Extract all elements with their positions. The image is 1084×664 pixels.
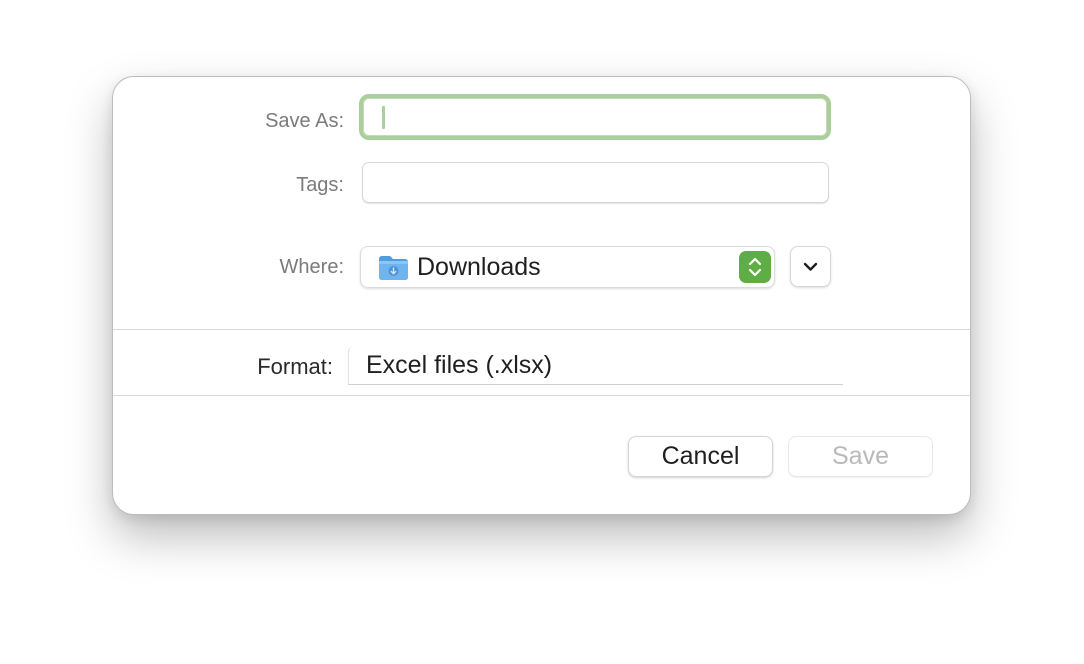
downloads-folder-icon	[379, 256, 408, 280]
format-label: Format:	[257, 354, 333, 379]
where-location-value: Downloads	[417, 253, 541, 281]
format-popup[interactable]: Excel files (.xlsx)	[348, 346, 843, 385]
text-cursor	[382, 106, 385, 129]
where-label: Where:	[279, 256, 344, 278]
save-as-label: Save As:	[265, 110, 344, 132]
where-location-popup[interactable]: Downloads	[360, 246, 775, 288]
save-as-input[interactable]	[359, 94, 831, 140]
save-as-input-border	[363, 98, 827, 136]
tags-label: Tags:	[296, 174, 344, 196]
expand-browser-button[interactable]	[790, 246, 831, 287]
save-button[interactable]: Save	[788, 436, 933, 477]
screen: Save As: Tags: Where: Downloads Format: …	[0, 0, 1084, 664]
chevron-down-icon	[803, 262, 818, 271]
up-down-chevron-icon[interactable]	[739, 251, 771, 283]
tags-input[interactable]	[362, 162, 829, 203]
cancel-button[interactable]: Cancel	[628, 436, 773, 477]
divider-top	[113, 329, 970, 330]
divider-bottom	[113, 395, 970, 396]
format-value: Excel files (.xlsx)	[366, 351, 553, 379]
save-dialog: Save As: Tags: Where: Downloads Format: …	[112, 76, 971, 515]
